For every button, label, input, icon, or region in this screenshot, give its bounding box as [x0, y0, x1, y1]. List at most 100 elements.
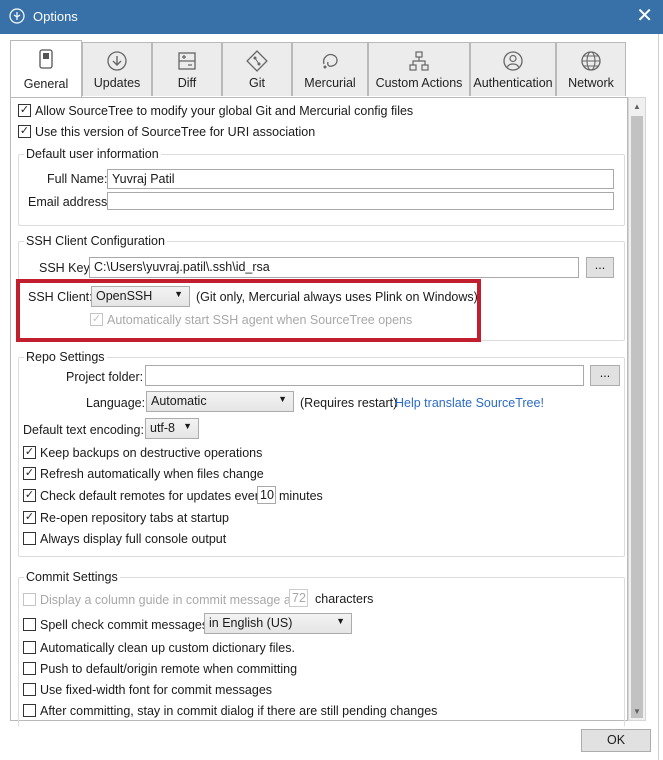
auto-ssh-agent-checkbox[interactable]: ✓	[90, 313, 103, 326]
diff-icon	[178, 52, 196, 70]
full-name-input[interactable]: Yuvraj Patil	[107, 169, 614, 189]
full-name-label: Full Name:	[47, 172, 108, 186]
language-note: (Requires restart)	[300, 396, 398, 410]
network-icon	[581, 51, 601, 71]
vertical-scrollbar[interactable]: ▲ ▼	[628, 97, 646, 721]
tab-general[interactable]: General	[10, 40, 82, 97]
tab-network[interactable]: Network	[556, 42, 626, 96]
project-folder-label: Project folder:	[66, 370, 144, 384]
tab-updates[interactable]: Updates	[82, 42, 152, 96]
check-remotes-minutes-input[interactable]: 10	[257, 486, 276, 504]
tab-label: Git	[249, 76, 265, 90]
column-guide-input[interactable]: 72	[289, 589, 308, 607]
user-info-group	[18, 154, 625, 226]
email-input[interactable]	[107, 192, 614, 210]
reopen-tabs-label: Re-open repository tabs at startup	[40, 511, 229, 525]
language-label: Language:	[86, 396, 146, 410]
cleanup-dict-label: Automatically clean up custom dictionary…	[40, 641, 295, 655]
background-window-edge	[658, 34, 663, 760]
full-console-checkbox[interactable]	[23, 532, 36, 545]
tab-diff[interactable]: Diff	[152, 42, 222, 96]
ssh-key-browse-button[interactable]: ...	[586, 257, 614, 278]
full-console-label: Always display full console output	[40, 532, 227, 546]
tab-custom-actions[interactable]: Custom Actions	[368, 42, 470, 96]
commit-settings-title: Commit Settings	[24, 570, 120, 584]
chevron-down-icon: ▼	[174, 289, 183, 299]
encoding-label: Default text encoding:	[23, 423, 144, 437]
spell-check-label: Spell check commit messages	[40, 618, 209, 632]
ssh-client-label: SSH Client:	[28, 290, 93, 304]
encoding-select[interactable]: utf-8 ▼	[145, 418, 199, 439]
email-label: Email address:	[28, 195, 111, 209]
uri-association-label: Use this version of SourceTree for URI a…	[35, 125, 316, 139]
tab-git[interactable]: Git	[222, 42, 292, 96]
mercurial-icon	[322, 53, 338, 69]
tab-label: General	[23, 77, 69, 91]
ssh-key-input[interactable]: C:\Users\yuvraj.patil\.ssh\id_rsa	[89, 257, 579, 278]
column-guide-label: Display a column guide in commit message…	[40, 593, 295, 607]
title-bar: Options ✕	[0, 0, 663, 34]
project-folder-input[interactable]	[145, 365, 584, 386]
reopen-tabs-checkbox[interactable]: ✓	[23, 511, 36, 524]
scroll-up-icon[interactable]: ▲	[633, 102, 641, 111]
ssh-key-label: SSH Key:	[39, 261, 94, 275]
spell-check-language-value: in English (US)	[209, 616, 293, 630]
window-title: Options	[33, 9, 78, 24]
project-folder-browse-button[interactable]: ...	[590, 365, 620, 386]
column-guide-unit: characters	[315, 592, 374, 606]
encoding-value: utf-8	[150, 421, 176, 435]
tab-label: Custom Actions	[375, 76, 463, 90]
custom-actions-icon	[409, 51, 429, 71]
ssh-config-title: SSH Client Configuration	[24, 234, 167, 248]
refresh-auto-label: Refresh automatically when files change	[40, 467, 264, 481]
ssh-client-value: OpenSSH	[96, 289, 153, 303]
chevron-down-icon: ▼	[336, 616, 345, 626]
check-remotes-checkbox[interactable]: ✓	[23, 489, 36, 502]
column-guide-checkbox[interactable]	[23, 593, 36, 606]
ssh-client-highlight	[16, 279, 481, 342]
push-default-label: Push to default/origin remote when commi…	[40, 662, 298, 676]
ssh-client-select[interactable]: OpenSSH ▼	[91, 286, 190, 307]
general-icon	[39, 49, 53, 69]
chevron-down-icon: ▼	[278, 394, 287, 404]
tab-label: Mercurial	[304, 76, 356, 90]
check-remotes-unit: minutes	[279, 489, 323, 503]
fixed-width-checkbox[interactable]	[23, 683, 36, 696]
keep-backups-label: Keep backups on destructive operations	[40, 446, 263, 460]
git-icon	[246, 50, 268, 72]
sourcetree-logo-icon	[9, 8, 25, 27]
chevron-down-icon: ▼	[183, 421, 192, 431]
translate-link[interactable]: Help translate SourceTree!	[395, 396, 544, 410]
authentication-icon	[503, 51, 523, 71]
check-remotes-label: Check default remotes for updates every	[40, 489, 266, 503]
tab-label: Diff	[177, 76, 197, 90]
updates-icon	[107, 51, 127, 71]
ok-button[interactable]: OK	[581, 729, 651, 752]
spell-check-checkbox[interactable]	[23, 618, 36, 631]
repo-settings-title: Repo Settings	[24, 350, 107, 364]
language-select[interactable]: Automatic ▼	[146, 391, 294, 412]
refresh-auto-checkbox[interactable]: ✓	[23, 467, 36, 480]
scrollbar-thumb[interactable]	[631, 116, 643, 718]
push-default-checkbox[interactable]	[23, 662, 36, 675]
allow-modify-config-label: Allow SourceTree to modify your global G…	[35, 104, 414, 118]
ssh-client-note: (Git only, Mercurial always uses Plink o…	[196, 290, 478, 304]
auto-ssh-agent-label: Automatically start SSH agent when Sourc…	[107, 313, 413, 327]
spell-check-language-select[interactable]: in English (US) ▼	[204, 613, 352, 634]
tab-authentication[interactable]: Authentication	[470, 42, 556, 96]
cleanup-dict-checkbox[interactable]	[23, 641, 36, 654]
allow-modify-config-checkbox[interactable]: ✓	[18, 104, 31, 117]
tab-label: Network	[568, 76, 614, 90]
tab-label: Updates	[93, 76, 141, 90]
language-value: Automatic	[151, 394, 207, 408]
user-info-title: Default user information	[24, 147, 161, 161]
uri-association-checkbox[interactable]: ✓	[18, 125, 31, 138]
scroll-down-icon[interactable]: ▼	[633, 707, 641, 716]
stay-in-dialog-label: After committing, stay in commit dialog …	[40, 704, 438, 718]
tab-mercurial[interactable]: Mercurial	[292, 42, 368, 96]
keep-backups-checkbox[interactable]: ✓	[23, 446, 36, 459]
fixed-width-label: Use fixed-width font for commit messages	[40, 683, 273, 697]
tab-label: Authentication	[473, 76, 553, 90]
close-icon[interactable]: ✕	[636, 4, 653, 28]
stay-in-dialog-checkbox[interactable]	[23, 704, 36, 717]
